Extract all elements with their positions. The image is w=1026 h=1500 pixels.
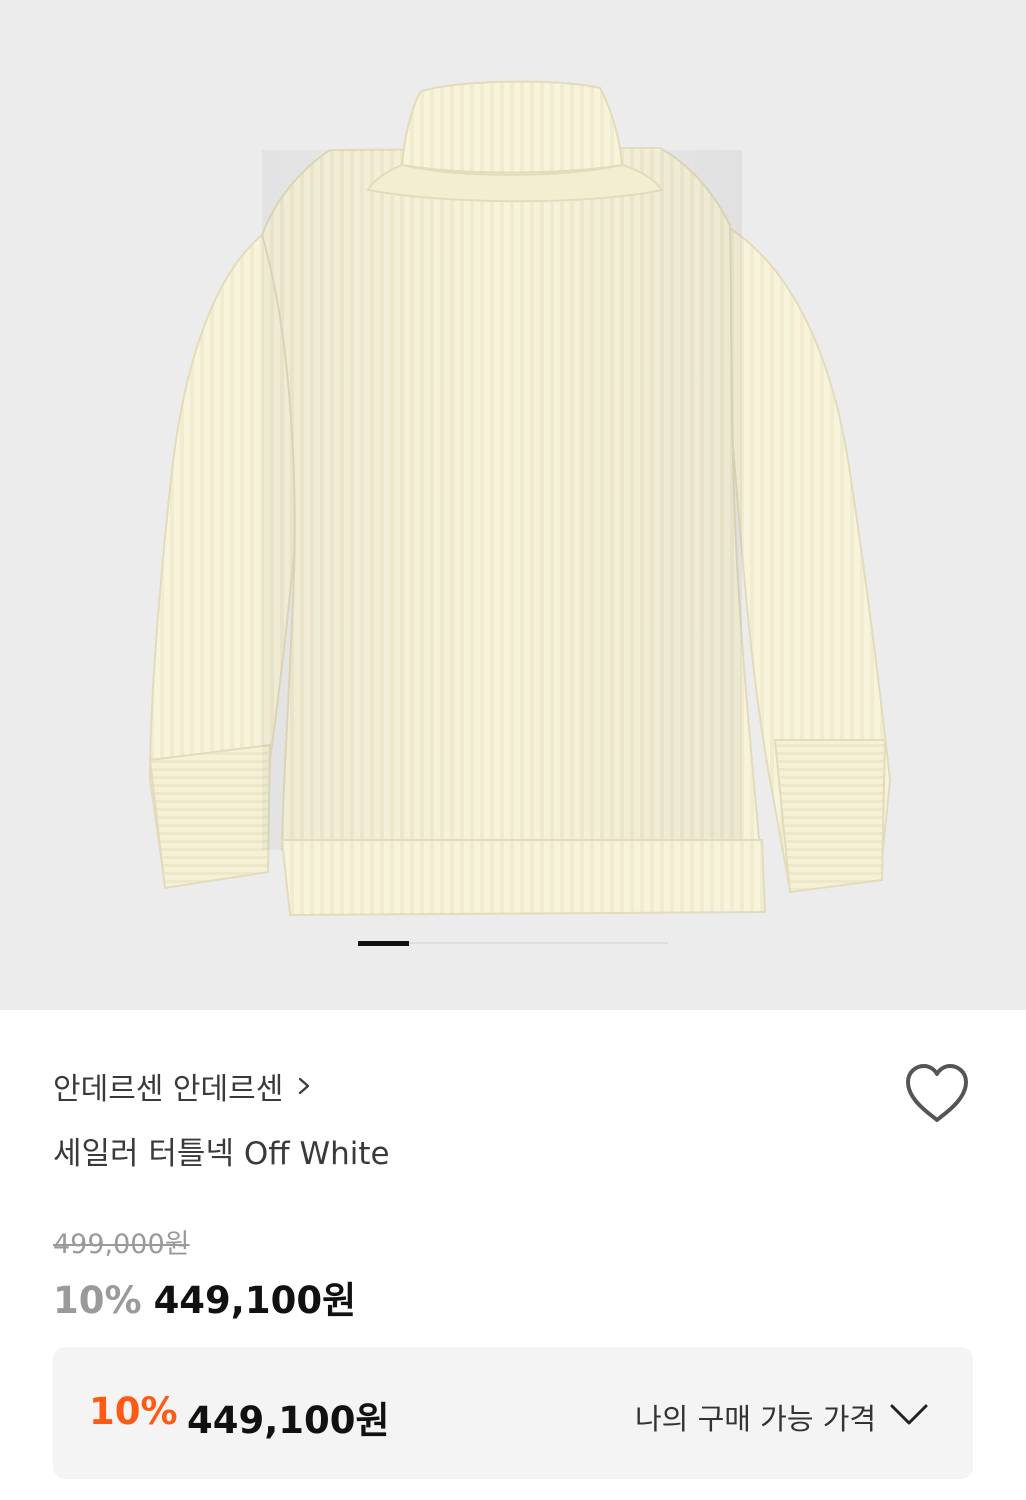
original-price: 499,000원 xyxy=(53,1229,190,1260)
chevron-down-icon xyxy=(890,1404,928,1425)
gallery-indicator-active xyxy=(358,941,409,946)
sale-price-row: 10% 449,100원 xyxy=(53,1270,356,1324)
chevron-right-icon xyxy=(299,1077,310,1095)
product-title: 세일러 터틀넥 Off White xyxy=(53,1136,390,1172)
brand-link[interactable]: 안데르센 안데르센 xyxy=(53,1064,315,1108)
sale-price: 449,100원 xyxy=(153,1279,357,1322)
my-price-label: 나의 구매 가능 가격 xyxy=(635,1402,877,1436)
gallery-indicator xyxy=(358,941,668,946)
my-price-value: 449,100원 xyxy=(187,1399,390,1442)
brand-name[interactable]: 안데르센 안데르센 xyxy=(53,1064,283,1108)
my-purchase-price-toggle[interactable]: 10% 449,100원 나의 구매 가능 가격 xyxy=(53,1347,973,1479)
product-image-sweater[interactable] xyxy=(0,0,1026,1010)
sale-discount-rate: 10% xyxy=(53,1279,142,1322)
product-image-gallery[interactable] xyxy=(0,0,1026,1010)
my-price-discount-rate: 10% xyxy=(89,1390,178,1433)
heart-outline-icon[interactable] xyxy=(902,1062,972,1126)
